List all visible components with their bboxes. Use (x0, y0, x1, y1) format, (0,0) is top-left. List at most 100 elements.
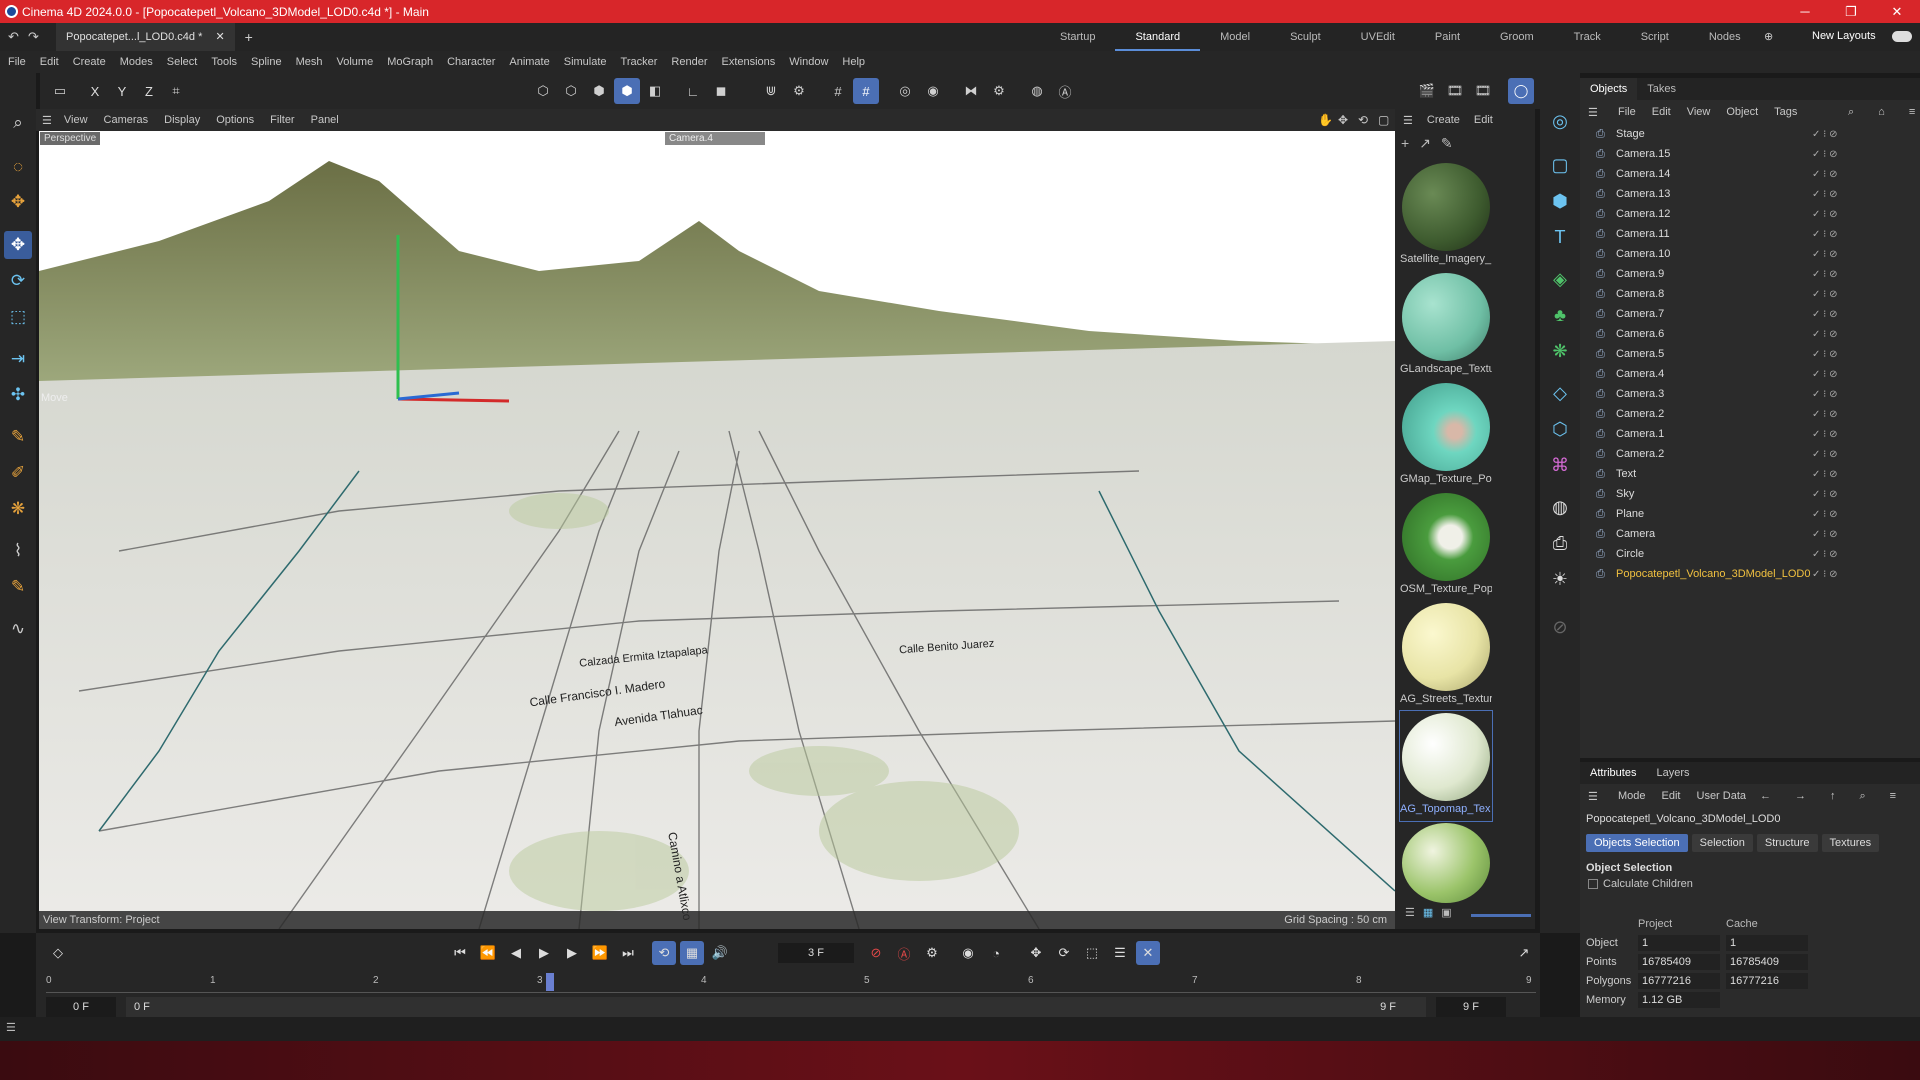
object-row[interactable]: ⎙ Camera.15 ✓ ⁝ ⊘ (1580, 144, 1920, 164)
move-tool-icon[interactable]: ✥ (4, 231, 32, 259)
viewport-menu-filter[interactable]: Filter (270, 114, 294, 126)
go-to-end-icon[interactable]: ⏭ (616, 941, 640, 965)
object-row[interactable]: ⎙ Camera.11 ✓ ⁝ ⊘ (1580, 224, 1920, 244)
render-settings-icon[interactable]: 🎞 (1442, 78, 1468, 104)
min-frame-field[interactable]: 0 F (46, 997, 116, 1017)
object-menu-icon[interactable]: ☰ (1588, 106, 1598, 119)
viewport-maximize-icon[interactable]: ▢ (1378, 113, 1389, 127)
parameter-key-icon[interactable]: ☰ (1108, 941, 1132, 965)
next-frame-icon[interactable]: ▶ (560, 941, 584, 965)
object-flags[interactable]: ✓ ⁝ ⊘ (1812, 509, 1838, 520)
object-flags[interactable]: ✓ ⁝ ⊘ (1812, 389, 1838, 400)
viewport-rotate-icon[interactable]: ⟲ (1358, 113, 1368, 127)
text-object-icon[interactable]: T (1546, 223, 1574, 251)
material-item[interactable]: GLandscape_Textu (1400, 271, 1492, 381)
object-flags[interactable]: ✓ ⁝ ⊘ (1812, 329, 1838, 340)
object-row[interactable]: ⎙ Sky ✓ ⁝ ⊘ (1580, 484, 1920, 504)
structure-button[interactable]: Structure (1756, 834, 1818, 852)
menu-mesh[interactable]: Mesh (296, 56, 323, 68)
object-row[interactable]: ⎙ Camera.8 ✓ ⁝ ⊘ (1580, 284, 1920, 304)
play-icon[interactable]: ▶ (532, 941, 556, 965)
spline-pen-icon[interactable]: ✎ (4, 423, 32, 451)
up-arrow-icon[interactable]: ↑ (1830, 790, 1836, 803)
autokey-icon[interactable]: Ⓐ (892, 941, 916, 965)
add-material-icon[interactable]: + (1401, 135, 1409, 152)
tab-attributes[interactable]: Attributes (1580, 762, 1646, 784)
paint-tool-icon[interactable]: ✎ (4, 573, 32, 601)
grid-view-icon[interactable]: ▦ (1423, 906, 1433, 919)
text-tool-icon[interactable]: Ⓐ (1052, 78, 1078, 104)
object-row[interactable]: ⎙ Camera.9 ✓ ⁝ ⊘ (1580, 264, 1920, 284)
points-mode-icon[interactable]: ⬡ (530, 78, 556, 104)
soft-selection-icon[interactable]: ◎ (892, 78, 918, 104)
restore-button[interactable]: ❐ (1828, 0, 1874, 23)
object-row[interactable]: ⎙ Camera.4 ✓ ⁝ ⊘ (1580, 364, 1920, 384)
object-row[interactable]: ⎙ Camera.14 ✓ ⁝ ⊘ (1580, 164, 1920, 184)
object-flags[interactable]: ✓ ⁝ ⊘ (1812, 469, 1838, 480)
redo-icon[interactable]: ↷ (28, 29, 39, 45)
model-mode-icon[interactable]: ▭ (47, 78, 73, 104)
motion-record-icon[interactable]: ◉ (956, 941, 980, 965)
object-flags[interactable]: ✓ ⁝ ⊘ (1812, 169, 1838, 180)
timeline-graph-icon[interactable]: ↗ (1512, 941, 1536, 965)
layout-groom[interactable]: Groom (1480, 23, 1554, 51)
workplane-icon[interactable]: # (853, 78, 879, 104)
deformer-icon[interactable]: ◇ (1546, 379, 1574, 407)
position-key-icon[interactable]: ✥ (1024, 941, 1048, 965)
effector-icon[interactable]: ❋ (1546, 337, 1574, 365)
object-row[interactable]: ⎙ Camera.13 ✓ ⁝ ⊘ (1580, 184, 1920, 204)
object-flags[interactable]: ✓ ⁝ ⊘ (1812, 249, 1838, 260)
object-row[interactable]: ⎙ Camera.12 ✓ ⁝ ⊘ (1580, 204, 1920, 224)
menu-modes[interactable]: Modes (120, 56, 153, 68)
material-menu-edit[interactable]: Edit (1474, 114, 1493, 126)
cloner-icon[interactable]: ♣ (1546, 301, 1574, 329)
layout-standard[interactable]: Standard (1115, 23, 1201, 51)
object-flags[interactable]: ✓ ⁝ ⊘ (1812, 369, 1838, 380)
menu-render[interactable]: Render (671, 56, 707, 68)
viewport-move-icon[interactable]: ✥ (1338, 113, 1348, 127)
sound-icon[interactable]: 🔊 (708, 941, 732, 965)
rotation-key-icon[interactable]: ⟳ (1052, 941, 1076, 965)
object-menu-object[interactable]: Object (1726, 106, 1758, 118)
document-tab[interactable]: Popocatepet...l_LOD0.c4d * ✕ (56, 23, 235, 51)
spline-sketch-icon[interactable]: ✐ (4, 459, 32, 487)
menu-tools[interactable]: Tools (211, 56, 237, 68)
x-axis-lock[interactable]: X (82, 78, 108, 104)
material-item[interactable]: Satellite_Imagery_ (1400, 161, 1492, 271)
new-tab-icon[interactable]: + (245, 29, 253, 45)
point-level-icon[interactable]: ✕ (1136, 941, 1160, 965)
pivot-icon[interactable]: ◉ (920, 78, 946, 104)
object-flags[interactable]: ✓ ⁝ ⊘ (1812, 529, 1838, 540)
back-arrow-icon[interactable]: ← (1760, 790, 1771, 803)
previous-frame-icon[interactable]: ◀ (504, 941, 528, 965)
environment-icon[interactable]: ◍ (1546, 493, 1574, 521)
object-row[interactable]: ⎙ Camera.7 ✓ ⁝ ⊘ (1580, 304, 1920, 324)
brush-tool-icon[interactable]: ⌇ (4, 537, 32, 565)
max-frame-field[interactable]: 9 F (1436, 997, 1506, 1017)
preview-range-bar[interactable]: 0 F 9 F (126, 997, 1426, 1017)
tag-icon[interactable]: ⊘ (1546, 613, 1574, 641)
axis-mode-icon[interactable]: ∟ (680, 78, 706, 104)
field-icon[interactable]: ⬡ (1546, 415, 1574, 443)
menu-file[interactable]: File (8, 56, 26, 68)
cube-icon[interactable]: ⬢ (1546, 187, 1574, 215)
textures-button[interactable]: Textures (1821, 834, 1880, 852)
viewport-pan-icon[interactable]: ✋ (1318, 113, 1333, 127)
object-search-icon[interactable]: ⌕ (1848, 106, 1854, 119)
material-item[interactable]: AG_Topomap_Tex (1399, 710, 1493, 822)
redshift-icon[interactable]: ◯ (1508, 78, 1534, 104)
scale-tool-icon[interactable]: ⬚ (4, 303, 32, 331)
object-flags[interactable]: ✓ ⁝ ⊘ (1812, 489, 1838, 500)
menu-tracker[interactable]: Tracker (621, 56, 658, 68)
motion-settings-icon[interactable]: ◔ (984, 941, 1008, 965)
attribute-menu-edit[interactable]: Edit (1662, 790, 1681, 802)
menu-spline[interactable]: Spline (251, 56, 282, 68)
light-icon[interactable]: ☀ (1546, 565, 1574, 593)
loop-icon[interactable]: ⟲ (652, 941, 676, 965)
spline-smooth-icon[interactable]: ❋ (4, 495, 32, 523)
next-key-icon[interactable]: ⏩ (588, 941, 612, 965)
object-row[interactable]: ⎙ Camera.6 ✓ ⁝ ⊘ (1580, 324, 1920, 344)
object-flags[interactable]: ✓ ⁝ ⊘ (1812, 309, 1838, 320)
layout-uvedit[interactable]: UVEdit (1341, 23, 1415, 51)
viewport-menu-display[interactable]: Display (164, 114, 200, 126)
